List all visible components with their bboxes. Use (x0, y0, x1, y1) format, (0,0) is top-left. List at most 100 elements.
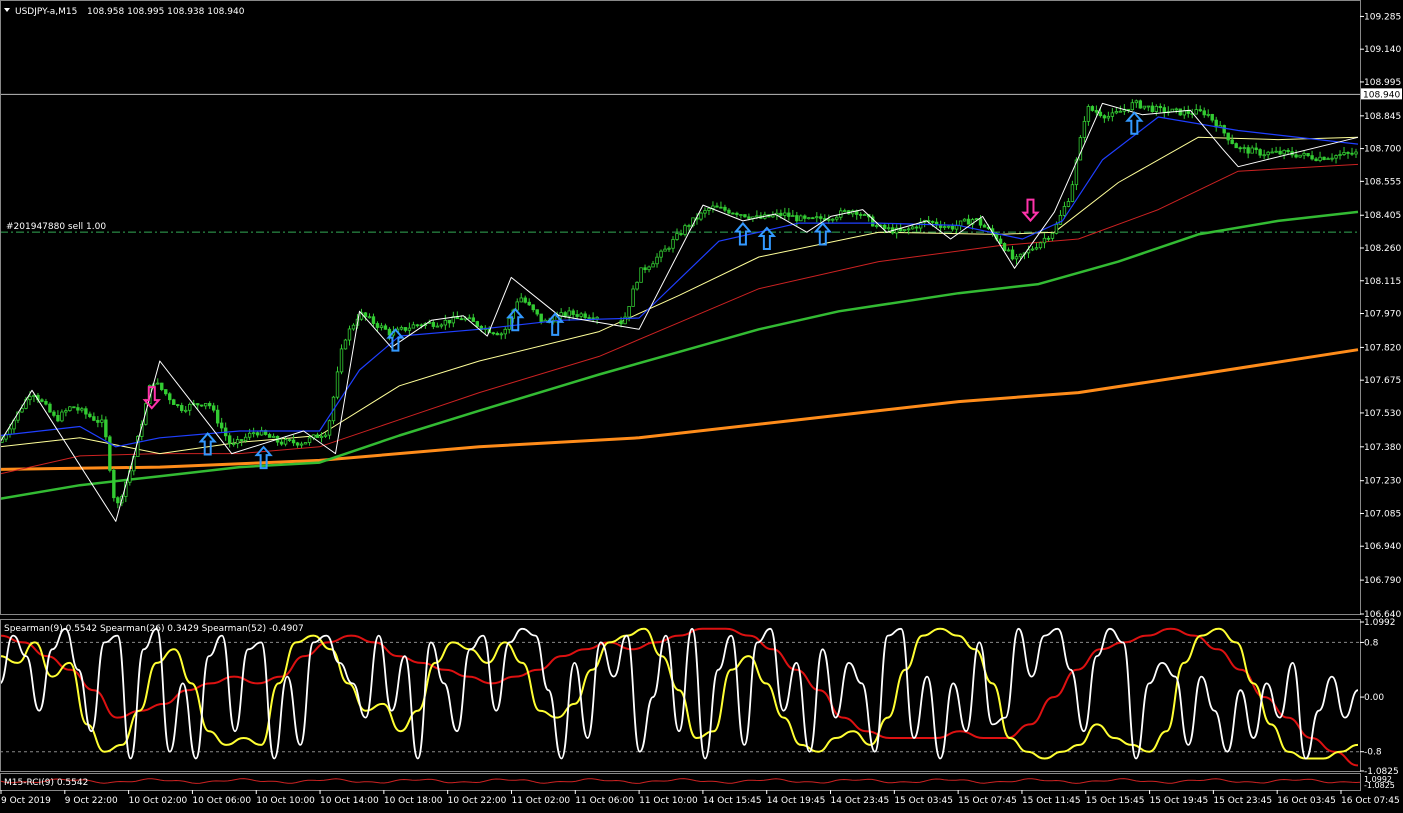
candle-body (48, 403, 52, 413)
candle-body (160, 382, 164, 390)
candle-body (1138, 100, 1143, 109)
candle-body (1134, 100, 1139, 104)
time-tick-label: 14 Oct 19:45 (767, 796, 826, 806)
candle-body (727, 209, 731, 214)
candle-body (882, 224, 887, 230)
rci-pane[interactable] (0, 778, 1361, 784)
candle-body (930, 221, 935, 223)
candle-body (68, 406, 72, 411)
time-tick-label: 11 Oct 02:00 (511, 796, 570, 806)
time-tick-label: 11 Oct 10:00 (639, 796, 698, 806)
candle-body (743, 214, 747, 218)
spearman-pane[interactable] (0, 627, 1360, 767)
candle-body (188, 403, 192, 411)
candle-body (719, 206, 723, 209)
candle-body (379, 325, 384, 328)
candle-body (1234, 143, 1238, 149)
candle-body (723, 206, 727, 211)
candle-body (831, 218, 835, 221)
candle-body (1198, 109, 1202, 112)
candle-body (942, 226, 947, 229)
candle-body (172, 399, 176, 405)
candle-body (1094, 110, 1099, 113)
candle-body (1142, 105, 1147, 109)
candle-body (1170, 108, 1174, 113)
candle-body (1214, 119, 1218, 128)
candle-body (168, 393, 172, 401)
candle-body (1202, 110, 1206, 116)
candle-body (303, 442, 308, 445)
candle-body (527, 301, 531, 306)
spearman-tick-label: -0.8 (1364, 748, 1382, 758)
candle-body (363, 312, 368, 318)
main-price-pane[interactable] (0, 93, 1360, 522)
series-spearman9 (0, 627, 1359, 760)
candle-body (291, 439, 296, 444)
candle-body (1270, 151, 1274, 154)
price-tick-label: 106.940 (1364, 542, 1401, 552)
candle-body (1314, 158, 1318, 162)
candle-body (1098, 111, 1103, 117)
candle-body (60, 411, 64, 422)
candle-body (335, 371, 340, 398)
candle-body (1030, 248, 1035, 251)
candle-body (323, 434, 328, 437)
candle-body (1050, 232, 1055, 239)
candle-body (64, 410, 68, 413)
price-tick-label: 109.140 (1364, 45, 1401, 55)
candle-body (112, 469, 116, 499)
candle-body (1062, 206, 1067, 216)
candle-body (639, 267, 643, 283)
price-tick-label: 107.230 (1364, 477, 1401, 487)
arrow-up-icon (733, 221, 753, 246)
zigzag-line (0, 102, 1359, 522)
candle-body (827, 218, 831, 221)
candle-body (1210, 113, 1214, 121)
candle-body (1174, 108, 1178, 111)
candle-body (755, 215, 759, 218)
time-tick-label: 15 Oct 23:45 (1213, 796, 1272, 806)
candle-body (683, 225, 687, 235)
candle-body (383, 325, 388, 330)
candle-body (56, 415, 60, 422)
candle-body (1294, 154, 1298, 158)
candle-body (28, 396, 32, 401)
candle-body (375, 323, 380, 328)
candle-body (946, 225, 951, 228)
main-pane-border (0, 0, 1361, 615)
candle-body (631, 288, 635, 307)
chevron-down-icon[interactable] (4, 8, 10, 12)
price-tick-label: 108.700 (1364, 145, 1401, 155)
candle-body (491, 332, 495, 335)
candle-body (1262, 154, 1266, 157)
candle-body (799, 215, 803, 222)
candle-body (351, 324, 356, 330)
candle-body (675, 233, 679, 240)
candle-body (1322, 156, 1326, 161)
candle-body (707, 208, 711, 211)
candle-body (8, 428, 12, 435)
candle-body (571, 310, 575, 315)
candle-body (1118, 110, 1123, 113)
candle-body (507, 317, 511, 330)
candle-body (76, 407, 80, 411)
candle-body (679, 233, 683, 235)
candle-body (1114, 111, 1119, 114)
ma-blue-line (0, 116, 1359, 448)
candle-body (315, 434, 320, 438)
time-tick-label: 10 Oct 22:00 (448, 796, 507, 806)
candle-body (1046, 237, 1051, 240)
candle-body (1326, 158, 1330, 161)
candle-body (583, 313, 587, 318)
time-tick-label: 15 Oct 03:45 (894, 796, 953, 806)
time-tick-label: 16 Oct 03:45 (1277, 796, 1336, 806)
candle-body (579, 313, 583, 317)
candle-body (283, 439, 288, 445)
candle-body (1246, 147, 1250, 154)
time-tick-label: 14 Oct 23:45 (831, 796, 890, 806)
candle-body (703, 210, 707, 214)
candle-body (96, 419, 100, 423)
candle-body (307, 437, 312, 443)
candle-body (1350, 152, 1354, 155)
candle-body (215, 409, 220, 424)
